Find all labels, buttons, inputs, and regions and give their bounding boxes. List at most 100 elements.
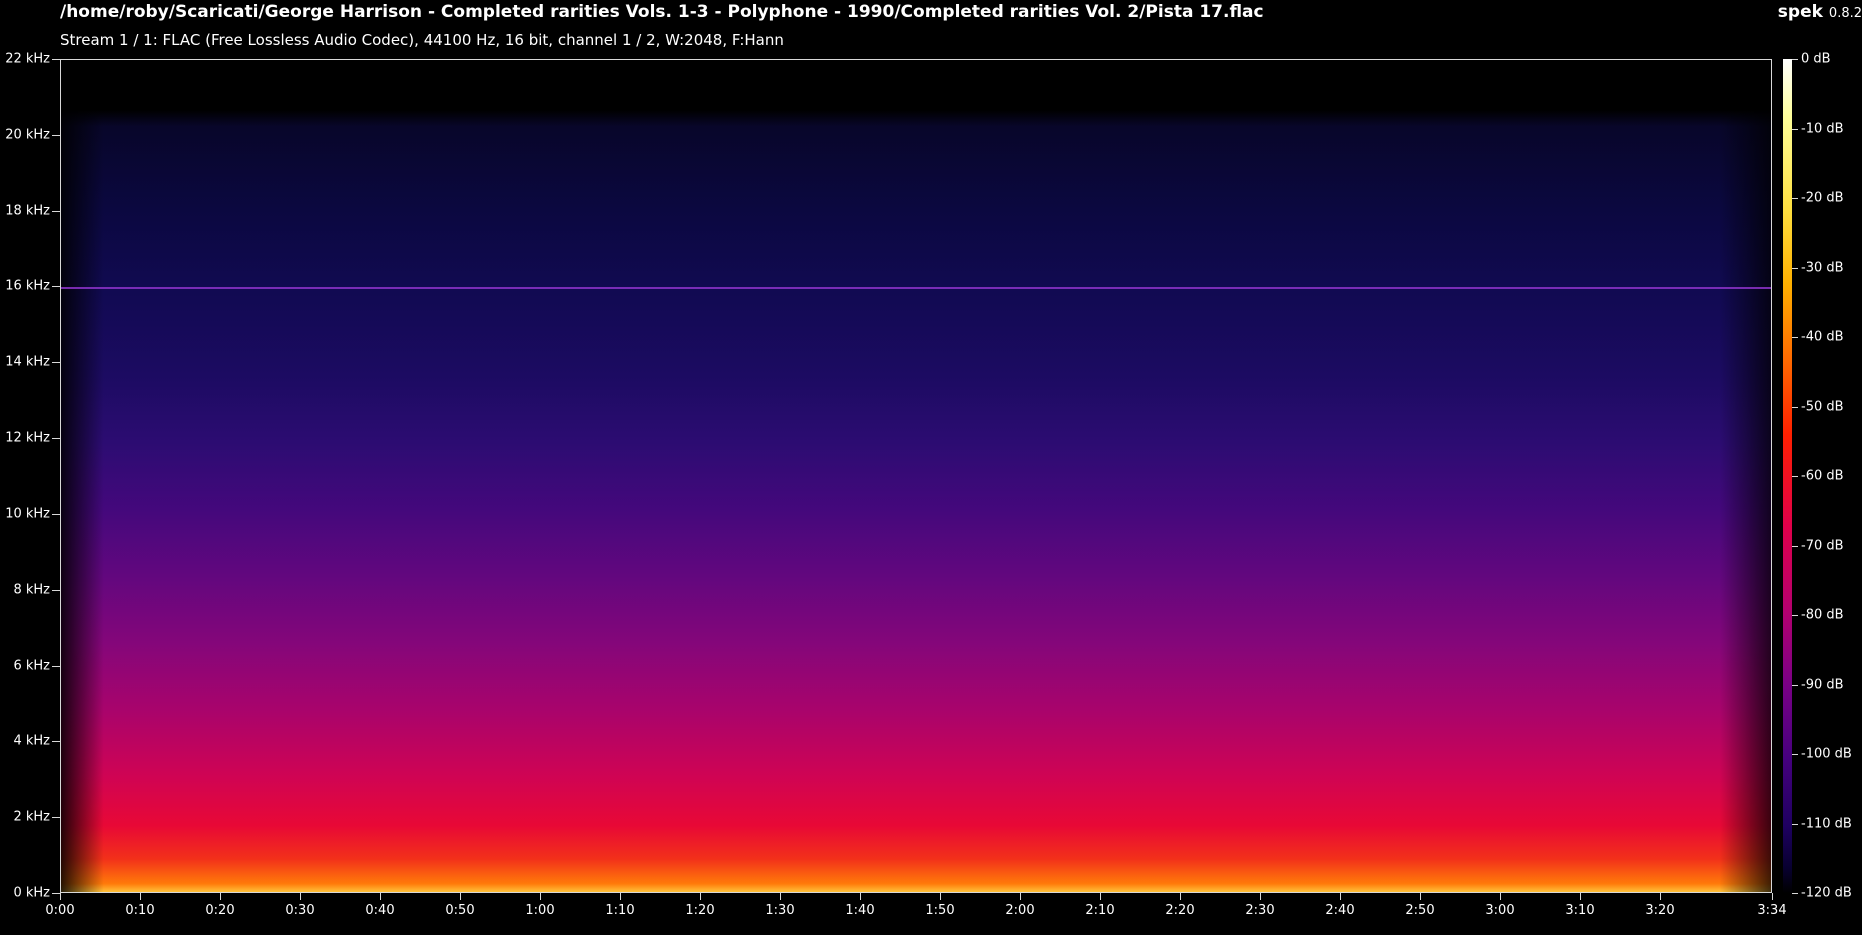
color-scale-label: -30 dB: [1801, 260, 1844, 275]
time-tick-label: 0:20: [205, 903, 235, 918]
spectrogram-fade: [61, 60, 1771, 892]
time-tick-label: 3:20: [1645, 903, 1675, 918]
time-tick: [620, 893, 621, 900]
frequency-tick-label: 14 kHz: [5, 354, 50, 370]
time-tick-label: 1:00: [525, 903, 555, 918]
time-tick: [780, 893, 781, 900]
time-tick: [860, 893, 861, 900]
color-scale-tick: [1792, 337, 1798, 338]
color-scale-label: -110 dB: [1801, 816, 1852, 831]
time-tick-label: 1:20: [685, 903, 715, 918]
time-tick-label: 0:00: [45, 903, 75, 918]
color-scale-label: -60 dB: [1801, 468, 1844, 484]
time-tick: [1580, 893, 1581, 900]
color-scale-label: -40 dB: [1801, 329, 1844, 345]
app-version: 0.8.2: [1828, 6, 1862, 21]
time-tick-label: 1:30: [765, 903, 795, 918]
frequency-tick-label: 2 kHz: [13, 809, 50, 825]
time-tick-label: 0:30: [285, 903, 315, 918]
time-tick: [220, 893, 221, 900]
time-tick-label: 1:10: [605, 903, 635, 918]
time-tick-label: 0:40: [365, 903, 395, 918]
time-tick-label: 2:30: [1245, 903, 1275, 918]
time-tick: [1420, 893, 1421, 900]
time-tick-label: 3:34: [1757, 903, 1787, 918]
time-tick: [1340, 893, 1341, 900]
spectrogram-plot[interactable]: [60, 59, 1772, 893]
color-scale-tick: [1792, 615, 1798, 616]
time-tick: [140, 893, 141, 900]
color-scale-label: -10 dB: [1801, 121, 1844, 136]
time-tick-label: 2:40: [1325, 903, 1355, 918]
time-tick: [700, 893, 701, 900]
color-scale-bar: [1783, 59, 1792, 893]
color-scale-label: -90 dB: [1801, 677, 1844, 692]
time-tick-label: 3:10: [1565, 903, 1595, 918]
frequency-tick: [52, 210, 60, 212]
color-scale-tick: [1792, 476, 1798, 477]
frequency-tick: [52, 134, 60, 136]
time-tick: [940, 893, 941, 900]
time-tick: [1260, 893, 1261, 900]
color-scale-tick: [1792, 684, 1798, 686]
frequency-tick: [52, 665, 60, 667]
time-tick-label: 3:00: [1485, 903, 1515, 918]
color-scale-label: 0 dB: [1801, 51, 1831, 67]
time-tick: [380, 893, 381, 900]
time-tick: [1180, 893, 1181, 900]
frequency-tick: [52, 893, 60, 894]
time-tick-label: 0:10: [125, 903, 155, 918]
file-path-title: /home/roby/Scaricati/George Harrison - C…: [60, 2, 1264, 22]
frequency-tick-label: 6 kHz: [13, 658, 50, 674]
tone-line-16khz: [61, 287, 1771, 290]
frequency-tick-label: 8 kHz: [13, 582, 50, 598]
frequency-tick-label: 22 kHz: [5, 51, 50, 67]
time-tick: [1100, 893, 1101, 900]
time-tick: [1660, 893, 1661, 900]
frequency-tick: [52, 438, 60, 440]
color-scale-tick: [1792, 59, 1798, 60]
color-scale-label: -20 dB: [1801, 190, 1844, 206]
frequency-tick: [52, 59, 60, 60]
frequency-tick: [52, 741, 60, 743]
time-tick: [540, 893, 541, 900]
frequency-tick: [52, 589, 60, 591]
time-tick: [60, 893, 61, 900]
time-tick-label: 2:20: [1165, 903, 1195, 918]
frequency-tick: [52, 286, 60, 288]
time-tick: [460, 893, 461, 900]
time-tick: [300, 893, 301, 900]
frequency-tick: [52, 817, 60, 819]
color-scale-tick: [1792, 893, 1798, 894]
time-tick-label: 1:40: [845, 903, 875, 918]
color-scale-label: -100 dB: [1801, 746, 1852, 762]
frequency-tick-label: 18 kHz: [5, 203, 50, 219]
time-tick: [1500, 893, 1501, 900]
color-scale-tick: [1792, 198, 1798, 199]
color-scale-tick: [1792, 823, 1798, 825]
time-tick-label: 0:50: [445, 903, 475, 918]
color-scale-tick: [1792, 754, 1798, 755]
color-scale-tick: [1792, 267, 1798, 269]
time-tick-label: 2:10: [1085, 903, 1115, 918]
frequency-tick-label: 4 kHz: [13, 733, 50, 749]
time-tick: [1020, 893, 1021, 900]
time-tick: [1772, 893, 1773, 900]
frequency-tick-label: 0 kHz: [13, 885, 50, 901]
color-scale-tick: [1792, 545, 1798, 547]
color-scale-label: -120 dB: [1801, 885, 1852, 901]
frequency-tick-label: 10 kHz: [5, 506, 50, 522]
color-scale-label: -70 dB: [1801, 538, 1844, 553]
color-scale-label: -80 dB: [1801, 607, 1844, 623]
frequency-tick: [52, 513, 60, 515]
frequency-tick-label: 16 kHz: [5, 278, 50, 294]
color-scale-tick: [1792, 406, 1798, 408]
time-tick-label: 2:50: [1405, 903, 1435, 918]
frequency-tick-label: 20 kHz: [5, 127, 50, 143]
stream-info: Stream 1 / 1: FLAC (Free Lossless Audio …: [60, 31, 784, 49]
color-scale-label: -50 dB: [1801, 399, 1844, 414]
app-badge: spek 0.8.2: [1778, 2, 1862, 22]
frequency-tick-label: 12 kHz: [5, 430, 50, 446]
app-name: spek: [1777, 2, 1823, 22]
color-scale-tick: [1792, 128, 1798, 130]
